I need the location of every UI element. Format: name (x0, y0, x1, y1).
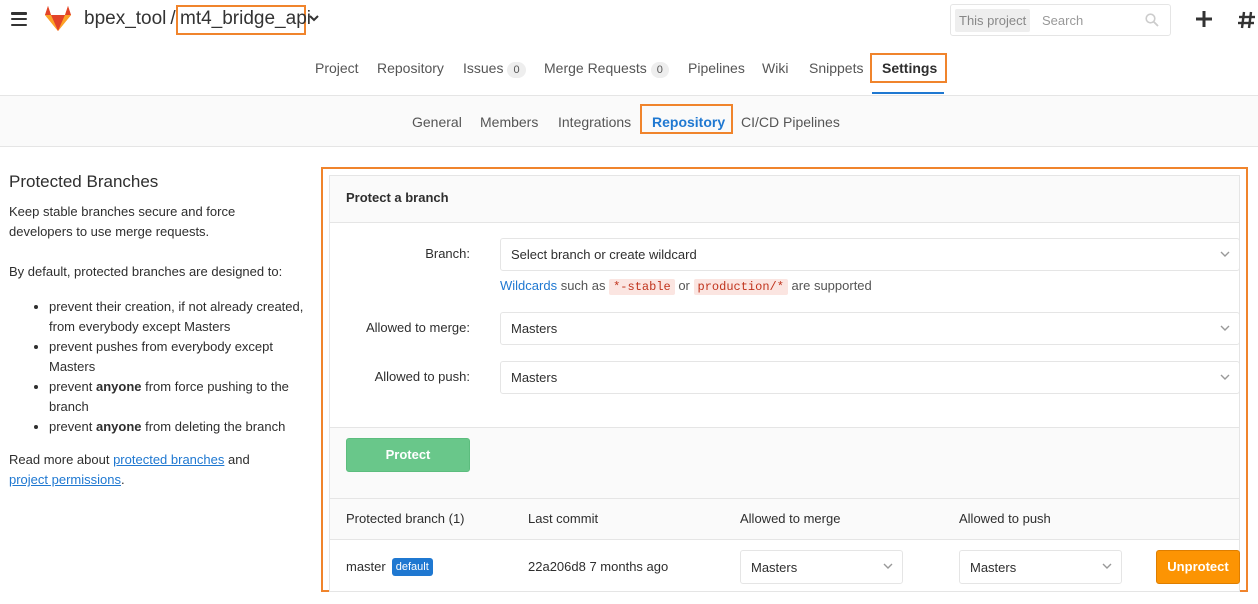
subnav-general[interactable]: General (412, 114, 462, 130)
gitlab-logo-icon[interactable] (43, 4, 73, 32)
search-icon (1145, 13, 1159, 27)
nav-issues[interactable]: Issues 0 (463, 60, 526, 78)
default-behavior-text: By default, protected branches are desig… (9, 264, 283, 279)
nav-pipelines[interactable]: Pipelines (688, 60, 745, 76)
nav-issues-label: Issues (463, 60, 504, 76)
code-example-stable: *-stable (609, 279, 675, 295)
list-item: prevent anyone from force pushing to the… (49, 377, 309, 417)
nav-wiki[interactable]: Wiki (762, 60, 788, 76)
chevron-down-icon (883, 563, 893, 569)
rules-list: prevent their creation, if not already c… (49, 297, 309, 437)
chevron-down-icon (1220, 374, 1230, 380)
rule-text: from deleting the branch (141, 419, 286, 434)
section-intro: Keep stable branches secure and force de… (9, 204, 236, 239)
allowed-to-merge-select[interactable]: Masters (500, 312, 1240, 345)
read-more-text: Read more about protected branches and p… (9, 450, 309, 490)
subnav-cicd-pipelines[interactable]: CI/CD Pipelines (741, 114, 840, 130)
column-header: Last commit (528, 511, 599, 526)
list-item: prevent pushes from everybody except Mas… (49, 337, 309, 377)
chevron-down-icon (1220, 251, 1230, 257)
rule-emphasis: anyone (95, 379, 142, 394)
list-item: prevent their creation, if not already c… (49, 297, 309, 337)
menu-icon[interactable] (11, 12, 27, 27)
default-badge: default (391, 558, 433, 576)
subnav-integrations[interactable]: Integrations (558, 114, 631, 130)
column-header: Allowed to merge (740, 511, 841, 526)
wildcard-help: Wildcards such as *-stable or production… (500, 278, 872, 295)
breadcrumb-group[interactable]: bpex_tool (84, 8, 166, 29)
allowed-to-push-select[interactable]: Masters (500, 361, 1240, 394)
rule-emphasis: anyone (95, 419, 142, 434)
subnav-repository[interactable]: Repository (652, 114, 725, 130)
nav-repository[interactable]: Repository (377, 60, 444, 76)
read-more-and: and (224, 452, 250, 467)
form-actions: Protect (329, 427, 1240, 499)
project-permissions-link[interactable]: project permissions (9, 472, 121, 487)
breadcrumb-project[interactable]: mt4_bridge_api (180, 8, 311, 30)
issues-count-badge: 0 (507, 62, 526, 78)
read-more-period: . (121, 472, 125, 487)
subnav-members[interactable]: Members (480, 114, 538, 130)
read-more-prefix: Read more about (9, 452, 114, 467)
row-allowed-to-merge-select[interactable]: Masters (740, 550, 903, 584)
protected-branches-info: Protected Branches Keep stable branches … (9, 172, 309, 490)
chevron-down-icon[interactable] (309, 11, 319, 25)
merge-requests-count-badge: 0 (650, 62, 669, 78)
row-allowed-to-merge-value: Masters (751, 560, 798, 575)
allowed-to-push-value: Masters (511, 370, 558, 385)
nav-merge-requests[interactable]: Merge Requests 0 (544, 60, 669, 78)
code-example-production: production/* (693, 279, 788, 295)
rule-text: prevent pushes from everybody except Mas… (49, 339, 274, 374)
row-allowed-to-push-select[interactable]: Masters (959, 550, 1122, 584)
unprotect-button[interactable]: Unprotect (1156, 550, 1240, 584)
branch-select-placeholder: Select branch or create wildcard (511, 247, 697, 262)
form-title: Protect a branch (346, 190, 449, 205)
protected-branches-link[interactable]: protected branches (113, 452, 224, 467)
last-commit: 22a206d8 7 months ago (528, 559, 669, 574)
branch-select[interactable]: Select branch or create wildcard (500, 238, 1240, 271)
nav-snippets[interactable]: Snippets (809, 60, 863, 76)
project-nav: Project Repository Issues 0 Merge Request… (0, 40, 1258, 96)
column-header: Protected branch (1) (346, 511, 465, 526)
table-header: Protected branch (1) Last commit Allowed… (329, 499, 1240, 540)
hash-icon[interactable] (1238, 11, 1256, 29)
nav-project[interactable]: Project (315, 60, 359, 76)
chevron-down-icon (1102, 563, 1112, 569)
help-text: are supported (787, 278, 872, 293)
settings-subnav: General Members Integrations Repository … (0, 96, 1258, 147)
column-header: Allowed to push (959, 511, 1051, 526)
help-text: such as (557, 278, 610, 293)
help-text: or (674, 278, 694, 293)
branch-label: Branch: (425, 246, 470, 261)
active-tab-indicator (872, 92, 944, 94)
rule-text: prevent (49, 379, 96, 394)
rule-text: prevent (49, 419, 96, 434)
protect-button[interactable]: Protect (346, 438, 470, 472)
list-item: prevent anyone from deleting the branch (49, 417, 309, 437)
branch-cell: master default (346, 558, 433, 577)
allowed-to-push-label: Allowed to push: (374, 369, 470, 384)
breadcrumb: bpex_tool / (84, 8, 179, 30)
breadcrumb-separator: / (170, 8, 176, 29)
allowed-to-merge-label: Allowed to merge: (365, 320, 470, 335)
top-header: bpex_tool / mt4_bridge_api This project S… (0, 0, 1258, 40)
section-title: Protected Branches (9, 172, 159, 191)
chevron-down-icon (1220, 325, 1230, 331)
table-row: master default 22a206d8 7 months ago Mast… (329, 540, 1240, 592)
nav-settings[interactable]: Settings (882, 60, 937, 76)
search-input[interactable]: Search (1042, 13, 1083, 28)
plus-icon[interactable] (1196, 11, 1212, 27)
allowed-to-merge-value: Masters (511, 321, 558, 336)
search-box[interactable]: This project Search (950, 4, 1171, 36)
nav-merge-requests-label: Merge Requests (544, 60, 647, 76)
form-header: Protect a branch (330, 176, 1239, 223)
branch-name: master (346, 559, 386, 574)
rule-text: prevent their creation, if not already c… (49, 299, 304, 334)
wildcards-link[interactable]: Wildcards (500, 278, 557, 293)
search-scope-badge[interactable]: This project (955, 9, 1031, 32)
row-allowed-to-push-value: Masters (970, 560, 1017, 575)
